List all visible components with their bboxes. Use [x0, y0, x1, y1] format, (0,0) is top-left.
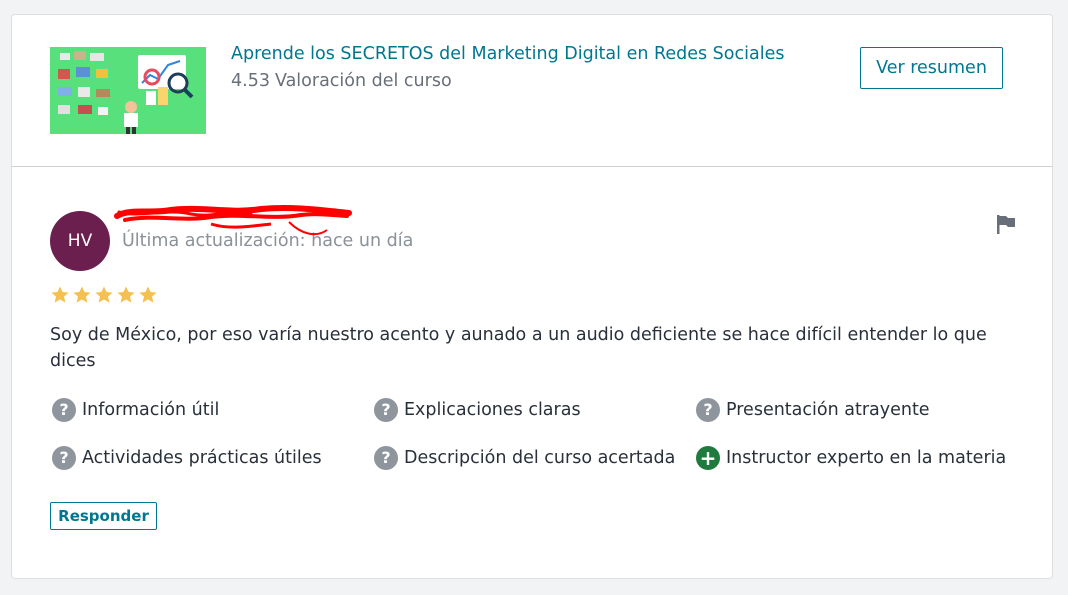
question-icon: ? [696, 397, 720, 422]
review-comment: Soy de México, por eso varía nuestro ace… [50, 325, 987, 371]
question-icon: ? [374, 397, 398, 422]
star-icon [139, 286, 157, 303]
marketing-illustration-icon [50, 47, 206, 134]
avatar: HV [50, 211, 110, 271]
criterion-informacion-util: ? Información útil [52, 397, 374, 422]
criterion-actividades-practicas: ? Actividades prácticas útiles [52, 445, 374, 470]
question-icon: ? [52, 397, 76, 422]
criterion-instructor-experto: + Instructor experto en la materia [696, 445, 1018, 470]
star-icon [51, 286, 69, 303]
course-rating: 4.53 Valoración del curso [231, 71, 452, 91]
flag-icon[interactable] [995, 214, 1017, 234]
course-thumbnail[interactable] [50, 47, 206, 134]
criterion-label: Descripción del curso acertada [404, 447, 676, 468]
reviewer-name-redaction [114, 204, 352, 236]
criterion-label: Explicaciones claras [404, 399, 581, 420]
view-summary-button[interactable]: Ver resumen [860, 47, 1003, 89]
criterion-explicaciones-claras: ? Explicaciones claras [374, 397, 696, 422]
criterion-descripcion-acertada: ? Descripción del curso acertada [374, 445, 696, 470]
course-header: Aprende los SECRETOS del Marketing Digit… [12, 15, 1052, 167]
question-icon: ? [52, 445, 76, 470]
reply-button[interactable]: Responder [50, 502, 157, 530]
criterion-label: Actividades prácticas útiles [82, 447, 322, 468]
feedback-criteria: ? Información útil ? Explicaciones clara… [52, 397, 1018, 470]
question-icon: ? [374, 445, 398, 470]
criterion-label: Información útil [82, 399, 220, 420]
course-rating-value: 4.53 [231, 71, 270, 91]
course-title-link[interactable]: Aprende los SECRETOS del Marketing Digit… [231, 44, 784, 64]
review-card: Aprende los SECRETOS del Marketing Digit… [11, 14, 1053, 579]
criterion-label: Instructor experto en la materia [726, 447, 1007, 468]
star-icon [95, 286, 113, 303]
criterion-label: Presentación atrayente [726, 399, 930, 420]
star-icon [73, 286, 91, 303]
plus-icon: + [696, 445, 720, 470]
criterion-presentacion-atrayente: ? Presentación atrayente [696, 397, 1018, 422]
course-rating-label: Valoración del curso [274, 71, 452, 91]
star-rating [50, 285, 158, 305]
star-icon [117, 286, 135, 303]
